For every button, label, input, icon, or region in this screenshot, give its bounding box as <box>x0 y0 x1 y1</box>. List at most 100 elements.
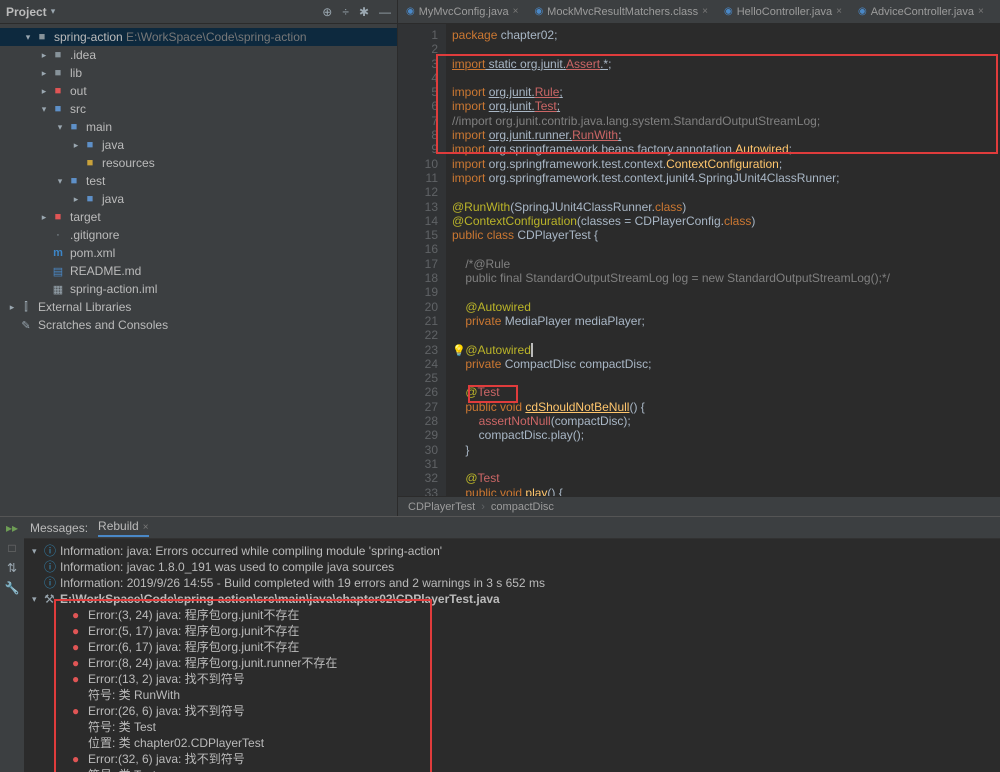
arrow-icon[interactable]: ▾ <box>38 104 50 115</box>
message-row[interactable]: ●Error:(3, 24) java: 程序包org.junit不存在 <box>24 607 1000 623</box>
arrow-icon[interactable]: ▸ <box>6 302 18 313</box>
code-line[interactable] <box>452 242 1000 256</box>
arrow-icon[interactable]: ▸ <box>70 194 82 205</box>
close-icon[interactable]: × <box>143 522 149 533</box>
wrench-icon[interactable]: 🔧 <box>5 581 20 595</box>
message-row[interactable]: 符号: 类 Test <box>24 719 1000 735</box>
tree-node[interactable]: ▸⫿External Libraries <box>0 298 397 316</box>
run-icon[interactable]: ▸▸ <box>6 521 18 535</box>
message-row[interactable]: ▾⚒E:\WorkSpace\Code\spring-action\src\ma… <box>24 591 1000 607</box>
chevron-down-icon[interactable]: ▾ <box>51 6 56 17</box>
tree-node[interactable]: ▸■java <box>0 190 397 208</box>
editor-tab[interactable]: ◉HelloController.java× <box>716 0 850 23</box>
message-row[interactable]: 符号: 类 RunWith <box>24 687 1000 703</box>
code-line[interactable]: @Test <box>452 385 1000 399</box>
message-row[interactable]: ●Error:(13, 2) java: 找不到符号 <box>24 671 1000 687</box>
arrow-icon[interactable]: ▸ <box>70 140 82 151</box>
code-line[interactable]: import org.springframework.test.context.… <box>452 157 1000 171</box>
hide-icon[interactable]: — <box>379 5 391 19</box>
close-icon[interactable]: × <box>702 6 708 17</box>
tree-node[interactable]: ·.gitignore <box>0 226 397 244</box>
code-area[interactable]: package chapter02; import static org.jun… <box>446 24 1000 496</box>
tree-node[interactable]: ▾■test <box>0 172 397 190</box>
sidebar-title[interactable]: Project <box>6 5 47 19</box>
breadcrumb[interactable]: CDPlayerTest › compactDisc <box>398 496 1000 516</box>
code-line[interactable]: import org.springframework.beans.factory… <box>452 142 1000 156</box>
code-line[interactable] <box>452 457 1000 471</box>
stop-icon[interactable]: □ <box>8 541 15 555</box>
message-row[interactable]: ⓘInformation: javac 1.8.0_191 was used t… <box>24 559 1000 575</box>
gear-icon[interactable]: ✱ <box>359 5 369 19</box>
collapse-icon[interactable]: ÷ <box>342 5 349 19</box>
message-row[interactable]: ●Error:(8, 24) java: 程序包org.junit.runner… <box>24 655 1000 671</box>
arrow-icon[interactable]: ▾ <box>32 543 44 559</box>
code-line[interactable]: import org.junit.Test; <box>452 99 1000 113</box>
code-line[interactable]: @Test <box>452 471 1000 485</box>
tree-node[interactable]: ▾■main <box>0 118 397 136</box>
code-line[interactable]: import org.junit.Rule; <box>452 85 1000 99</box>
tree-node[interactable]: ✎Scratches and Consoles <box>0 316 397 334</box>
code-line[interactable]: import static org.junit.Assert.*; <box>452 57 1000 71</box>
messages-list[interactable]: ▾ⓘInformation: java: Errors occurred whi… <box>24 539 1000 772</box>
code-line[interactable] <box>452 328 1000 342</box>
message-row[interactable]: ●Error:(26, 6) java: 找不到符号 <box>24 703 1000 719</box>
code-line[interactable]: import org.springframework.test.context.… <box>452 171 1000 185</box>
message-row[interactable]: ⓘInformation: 2019/9/26 14:55 - Build co… <box>24 575 1000 591</box>
code-line[interactable]: @RunWith(SpringJUnit4ClassRunner.class) <box>452 200 1000 214</box>
code-line[interactable]: @Autowired <box>452 300 1000 314</box>
code-line[interactable]: package chapter02; <box>452 28 1000 42</box>
message-row[interactable]: 符号: 类 Test <box>24 767 1000 772</box>
filter-icon[interactable]: ⇅ <box>7 561 17 575</box>
close-icon[interactable]: × <box>836 6 842 17</box>
code-line[interactable]: public void cdShouldNotBeNull() { <box>452 400 1000 414</box>
tree-node[interactable]: ▾■spring-action E:\WorkSpace\Code\spring… <box>0 28 397 46</box>
code-line[interactable]: //import org.junit.contrib.java.lang.sys… <box>452 114 1000 128</box>
tree-node[interactable]: mpom.xml <box>0 244 397 262</box>
message-row[interactable]: ●Error:(6, 17) java: 程序包org.junit不存在 <box>24 639 1000 655</box>
tree-node[interactable]: ▸■target <box>0 208 397 226</box>
editor-tab[interactable]: ◉MyMvcConfig.java× <box>398 0 526 23</box>
editor-tab[interactable]: ◉AdviceController.java× <box>850 0 992 23</box>
editor-tabs[interactable]: ◉MyMvcConfig.java×◉MockMvcResultMatchers… <box>398 0 1000 24</box>
editor-body[interactable]: 1234567891011121314151617181920212223242… <box>398 24 1000 496</box>
messages-tab-rebuild[interactable]: Rebuild× <box>98 519 149 537</box>
tree-node[interactable]: ▦spring-action.iml <box>0 280 397 298</box>
arrow-icon[interactable]: ▸ <box>38 212 50 223</box>
arrow-icon[interactable]: ▸ <box>38 86 50 97</box>
code-line[interactable]: /*@Rule <box>452 257 1000 271</box>
tree-node[interactable]: ▸■.idea <box>0 46 397 64</box>
code-line[interactable]: assertNotNull(compactDisc); <box>452 414 1000 428</box>
message-row[interactable]: ●Error:(5, 17) java: 程序包org.junit不存在 <box>24 623 1000 639</box>
arrow-icon[interactable]: ▾ <box>22 32 34 43</box>
tree-node[interactable]: ▤README.md <box>0 262 397 280</box>
breadcrumb-item[interactable]: compactDisc <box>491 501 554 513</box>
tree-node[interactable]: ▸■java <box>0 136 397 154</box>
tree-node[interactable]: ■resources <box>0 154 397 172</box>
tree-node[interactable]: ▸■out <box>0 82 397 100</box>
intention-bulb-icon[interactable]: 💡 <box>452 344 466 357</box>
code-line[interactable]: compactDisc.play(); <box>452 428 1000 442</box>
tree-node[interactable]: ▾■src <box>0 100 397 118</box>
code-line[interactable] <box>452 371 1000 385</box>
code-line[interactable]: @Autowired <box>452 343 1000 357</box>
arrow-icon[interactable]: ▸ <box>38 68 50 79</box>
message-row[interactable]: 位置: 类 chapter02.CDPlayerTest <box>24 735 1000 751</box>
code-line[interactable]: import org.junit.runner.RunWith; <box>452 128 1000 142</box>
code-line[interactable] <box>452 42 1000 56</box>
code-line[interactable]: public void play() { <box>452 486 1000 497</box>
code-line[interactable] <box>452 285 1000 299</box>
code-line[interactable]: private CompactDisc compactDisc; <box>452 357 1000 371</box>
close-icon[interactable]: × <box>978 6 984 17</box>
code-line[interactable]: public class CDPlayerTest { <box>452 228 1000 242</box>
tree-node[interactable]: ▸■lib <box>0 64 397 82</box>
breadcrumb-item[interactable]: CDPlayerTest <box>408 501 475 513</box>
editor-tab[interactable]: ◉MockMvcResultMatchers.class× <box>526 0 716 23</box>
message-row[interactable]: ▾ⓘInformation: java: Errors occurred whi… <box>24 543 1000 559</box>
code-line[interactable]: public final StandardOutputStreamLog log… <box>452 271 1000 285</box>
target-icon[interactable]: ⊕ <box>322 5 332 19</box>
arrow-icon[interactable]: ▸ <box>38 50 50 61</box>
code-line[interactable]: @ContextConfiguration(classes = CDPlayer… <box>452 214 1000 228</box>
arrow-icon[interactable]: ▾ <box>54 176 66 187</box>
code-line[interactable]: } <box>452 443 1000 457</box>
code-line[interactable] <box>452 71 1000 85</box>
